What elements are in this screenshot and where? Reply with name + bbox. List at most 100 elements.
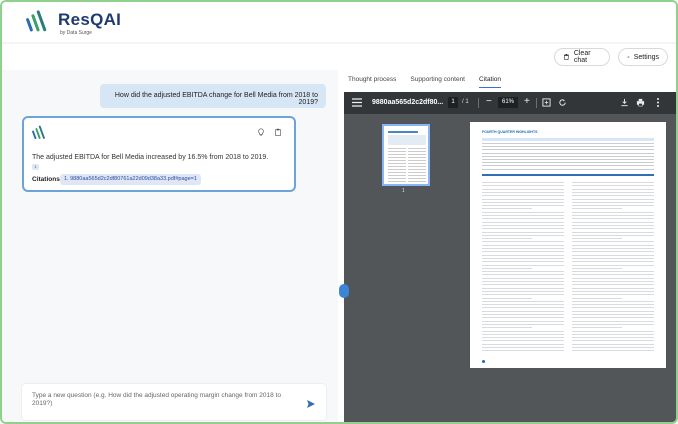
print-icon[interactable]: [636, 98, 645, 107]
toolbar-divider: [478, 98, 479, 108]
document-text-line: [482, 294, 564, 296]
document-text-line: [482, 152, 654, 154]
document-text-line: [482, 234, 564, 236]
document-text-line: [482, 330, 564, 332]
pdf-page: FOURTH QUARTER HIGHLIGHTS: [470, 122, 666, 368]
document-text-line: [572, 238, 622, 240]
chat-panel: How did the adjusted EBITDA change for B…: [2, 70, 338, 422]
settings-button[interactable]: Settings: [618, 48, 668, 66]
citations-label: Citations:: [32, 176, 62, 183]
send-icon[interactable]: [306, 399, 316, 409]
clipboard-icon[interactable]: [274, 128, 282, 136]
tab-thought-process[interactable]: Thought process: [348, 76, 396, 88]
document-text-line: [572, 215, 654, 216]
document-text-line: [482, 333, 564, 335]
table-header-band: [482, 138, 654, 141]
document-text-line: [572, 244, 654, 246]
document-text-line: [482, 290, 564, 292]
document-text-line: [572, 294, 654, 296]
rotate-icon[interactable]: [558, 98, 567, 107]
document-text-line: [572, 211, 654, 213]
sidebar-resize-handle[interactable]: [339, 284, 349, 298]
document-text-line: [572, 264, 654, 266]
assistant-logo-icon: [32, 125, 45, 140]
menu-icon[interactable]: [352, 98, 362, 107]
document-text-line: [482, 350, 564, 352]
document-text-line: [482, 317, 564, 319]
document-text-line: [482, 165, 654, 167]
document-text-line: [482, 314, 564, 315]
document-text-line: [482, 143, 654, 144]
document-text-line: [482, 215, 564, 216]
brand-name: ResQAI: [58, 10, 122, 29]
document-text-line: [482, 327, 532, 329]
app-frame: ResQAI by Data Surge Clear chat Settings…: [0, 0, 678, 424]
document-text-line: [482, 168, 654, 170]
citation-link[interactable]: 1. 9880aa565d2c2df80761a22d09d38a33.pdf#…: [60, 174, 201, 185]
document-text-line: [572, 191, 654, 193]
document-text-line: [572, 343, 654, 345]
lightbulb-icon[interactable]: [257, 128, 265, 136]
document-text-line: [482, 174, 654, 176]
document-text-line: [482, 267, 532, 269]
document-text-line: [482, 277, 564, 279]
document-text-line: [482, 208, 532, 210]
answer-citation-tag[interactable]: 1: [32, 164, 39, 170]
app-header: ResQAI by Data Surge: [2, 2, 676, 42]
document-text-line: [572, 188, 654, 190]
page-total: / 1: [462, 99, 469, 105]
answer-card: The adjusted EBITDA for Bell Media incre…: [22, 116, 296, 192]
document-text-line: [482, 320, 564, 322]
document-text-line: [572, 317, 654, 319]
more-options-icon[interactable]: [656, 97, 660, 108]
page-number-input[interactable]: 1: [448, 97, 458, 108]
document-text-line: [572, 337, 654, 339]
download-icon[interactable]: [620, 98, 629, 107]
document-text-line: [482, 198, 564, 200]
document-text-line: [572, 228, 654, 230]
document-text-line: [482, 261, 564, 263]
document-text-line: [572, 310, 654, 312]
pdf-viewer: 9880aa565d2c2df80... 1 / 1 − 61% + 1 FOU…: [339, 92, 676, 422]
user-question-bubble: How did the adjusted EBITDA change for B…: [100, 84, 326, 108]
toolbar-divider: [536, 98, 537, 108]
document-text-line: [572, 251, 654, 253]
document-text-line: [572, 201, 654, 203]
fit-page-icon[interactable]: [542, 98, 551, 107]
document-text-line: [482, 218, 564, 220]
clear-chat-button[interactable]: Clear chat: [554, 48, 610, 66]
zoom-out-button[interactable]: −: [486, 96, 492, 107]
document-text-line: [572, 224, 654, 226]
document-text-line: [482, 228, 564, 230]
document-text-line: [482, 224, 564, 226]
settings-label: Settings: [633, 53, 659, 61]
document-text-line: [572, 333, 654, 335]
document-text-line: [572, 182, 654, 183]
document-text-line: [572, 257, 654, 259]
tab-supporting-content[interactable]: Supporting content: [410, 76, 465, 88]
document-text-line: [482, 201, 564, 203]
zoom-input[interactable]: 61%: [498, 97, 518, 108]
answer-text: The adjusted EBITDA for Bell Media incre…: [32, 154, 269, 161]
question-input[interactable]: Type a new question (e.g. How did the ad…: [22, 384, 326, 420]
zoom-in-button[interactable]: +: [524, 96, 530, 107]
document-text-line: [572, 234, 654, 236]
document-text-line: [482, 287, 564, 289]
document-text-line: [482, 155, 654, 157]
document-text-line: [482, 337, 564, 339]
document-text-line: [572, 205, 654, 207]
answer-actions: [257, 128, 282, 136]
document-text-line: [572, 267, 622, 269]
document-text-line: [482, 185, 564, 187]
page-footer-mark: [482, 360, 485, 363]
document-text-line: [572, 218, 654, 220]
tab-citation[interactable]: Citation: [479, 76, 502, 88]
document-text-line: [482, 307, 564, 309]
tab-bar: Thought process Supporting content Citat…: [348, 76, 502, 88]
document-text-line: [572, 314, 654, 315]
clear-chat-label: Clear chat: [573, 50, 591, 64]
document-text-line: [482, 274, 564, 276]
document-text-line: [572, 320, 654, 322]
document-text-line: [572, 248, 654, 249]
page-thumbnail[interactable]: [382, 124, 430, 186]
